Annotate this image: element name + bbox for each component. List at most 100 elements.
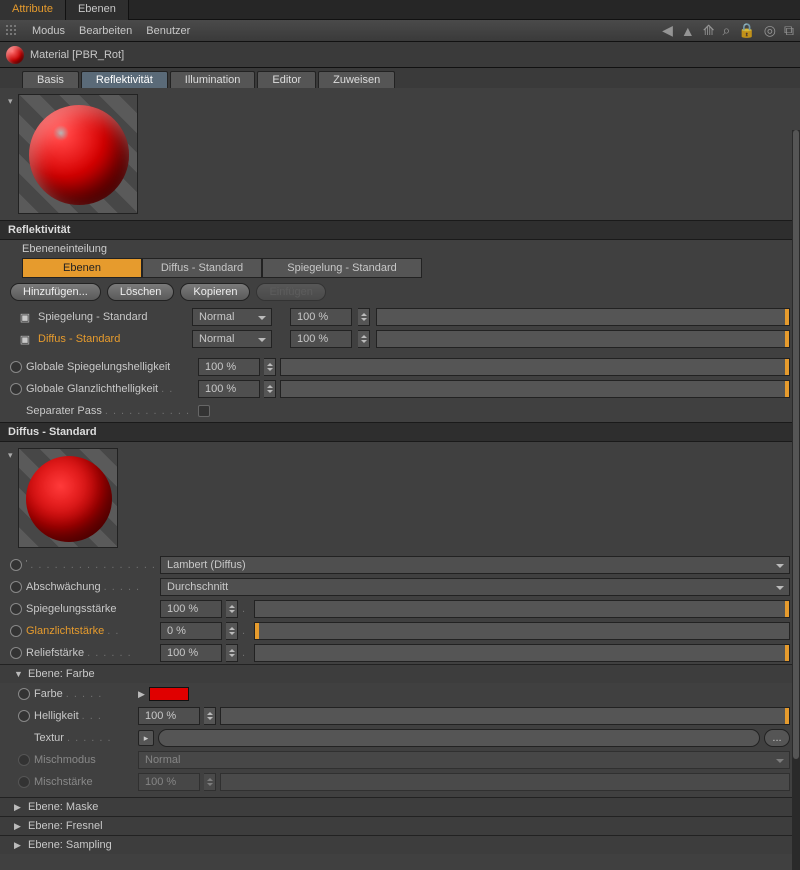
tab-illumination[interactable]: Illumination (170, 71, 256, 88)
relief-slider[interactable] (254, 644, 790, 662)
layer-subtabs: Ebenen Diffus - Standard Spiegelung - St… (0, 258, 800, 278)
material-preview[interactable] (18, 94, 138, 214)
hell-field[interactable]: 100 % (138, 707, 200, 725)
target-icon[interactable]: ◎ (764, 22, 776, 39)
up-arrow-icon[interactable]: ▲ (681, 23, 695, 39)
title-row: Material [PBR_Rot] (0, 42, 800, 68)
fold-fresnel[interactable]: ▶ Ebene: Fresnel (0, 816, 800, 835)
glanzst-spinner[interactable] (226, 622, 238, 640)
back-arrow-icon[interactable]: ◀ (662, 22, 673, 39)
hell-spinner[interactable] (204, 707, 216, 725)
separate-pass-checkbox[interactable] (198, 405, 210, 417)
panel-tab-ebenen[interactable]: Ebenen (66, 0, 129, 20)
opacity-spinner[interactable] (358, 330, 370, 348)
anim-dot[interactable] (10, 383, 22, 395)
new-window-icon[interactable]: ⧉ (784, 22, 794, 39)
layer-row-spiegelung[interactable]: ▣ Spiegelung - Standard Normal 100 % (0, 306, 800, 328)
vertical-scrollbar[interactable] (792, 130, 800, 870)
visibility-icon[interactable]: ▣ (18, 333, 32, 346)
menubar: Modus Bearbeiten Benutzer ◀ ▲ ⟰ ⌕ 🔒 ◎ ⧉ (0, 20, 800, 42)
layer-opacity-field[interactable]: 100 % (290, 308, 352, 326)
tab-basis[interactable]: Basis (22, 71, 79, 88)
relief-row: Reliefstärke. . . . . . 100 % . (0, 642, 800, 664)
texture-arrow-button[interactable]: ▸ (138, 730, 154, 746)
layer-opacity-field[interactable]: 100 % (290, 330, 352, 348)
fold-sampling-label: Ebene: Sampling (28, 839, 112, 851)
anim-dot[interactable] (10, 361, 22, 373)
opacity-spinner[interactable] (358, 308, 370, 326)
subtab-diffus[interactable]: Diffus - Standard (142, 258, 262, 278)
subtab-spiegelung[interactable]: Spiegelung - Standard (262, 258, 422, 278)
diffus-preview[interactable] (18, 448, 118, 548)
fold-fresnel-label: Ebene: Fresnel (28, 820, 103, 832)
blend-mode-dropdown[interactable]: Normal (192, 330, 272, 348)
farbe-row: Farbe. . . . . ▶ (0, 683, 800, 705)
tab-reflektivitaet[interactable]: Reflektivität (81, 71, 168, 88)
typ-dropdown[interactable]: Lambert (Diffus) (160, 556, 790, 574)
panel-tab-attribute[interactable]: Attribute (0, 0, 66, 20)
blend-mode-dropdown[interactable]: Normal (192, 308, 272, 326)
color-swatch[interactable] (149, 687, 189, 701)
menu-bearbeiten[interactable]: Bearbeiten (79, 25, 132, 37)
global-spec-row: Globale Spiegelungshelligkeit 100 % (0, 356, 800, 378)
delete-button[interactable]: Löschen (107, 283, 175, 301)
anim-dot[interactable] (10, 559, 22, 571)
mischst-slider (220, 773, 790, 791)
add-button[interactable]: Hinzufügen... (10, 283, 101, 301)
anim-dot[interactable] (18, 688, 30, 700)
chevron-right-icon: ▶ (14, 802, 24, 813)
global-glanz-slider[interactable] (280, 380, 790, 398)
anim-dot[interactable] (10, 625, 22, 637)
visibility-icon[interactable]: ▣ (18, 311, 32, 324)
absch-dropdown[interactable]: Durchschnitt (160, 578, 790, 596)
section-diffus: Diffus - Standard (0, 422, 800, 442)
glanzst-field[interactable]: 0 % (160, 622, 222, 640)
global-spec-field[interactable]: 100 % (198, 358, 260, 376)
spiegelst-spinner[interactable] (226, 600, 238, 618)
layer-row-diffus[interactable]: ▣ Diffus - Standard Normal 100 % (0, 328, 800, 350)
spiegelst-field[interactable]: 100 % (160, 600, 222, 618)
chevron-right-icon: ▶ (14, 821, 24, 832)
fold-farbe[interactable]: ▼ Ebene: Farbe (0, 664, 800, 683)
global-spec-spinner[interactable] (264, 358, 276, 376)
grip-icon[interactable] (6, 25, 18, 37)
tab-editor[interactable]: Editor (257, 71, 316, 88)
texture-browse-button[interactable]: ... (764, 729, 790, 747)
opacity-slider[interactable] (376, 308, 790, 326)
tab-zuweisen[interactable]: Zuweisen (318, 71, 395, 88)
mischstaerke-row: Mischstärke 100 % (0, 771, 800, 793)
layer-name[interactable]: Spiegelung - Standard (38, 311, 186, 323)
collapse-toggle[interactable]: ▾ (8, 94, 18, 214)
anim-dot[interactable] (18, 710, 30, 722)
global-glanz-spinner[interactable] (264, 380, 276, 398)
relief-field[interactable]: 100 % (160, 644, 222, 662)
fold-sampling[interactable]: ▶ Ebene: Sampling (0, 835, 800, 854)
menu-modus[interactable]: Modus (32, 25, 65, 37)
mischmodus-dropdown: Normal (138, 751, 790, 769)
opacity-slider[interactable] (376, 330, 790, 348)
anim-dot[interactable] (10, 647, 22, 659)
spiegelst-slider[interactable] (254, 600, 790, 618)
paste-button: Einfügen (256, 283, 325, 301)
glanzst-slider[interactable] (254, 622, 790, 640)
copy-button[interactable]: Kopieren (180, 283, 250, 301)
subtab-ebenen[interactable]: Ebenen (22, 258, 142, 278)
global-spec-slider[interactable] (280, 358, 790, 376)
typ-row: Typ. . . . . . . . . . . . . . . . Lambe… (0, 554, 800, 576)
color-arrow-icon[interactable]: ▶ (138, 689, 145, 700)
relief-spinner[interactable] (226, 644, 238, 662)
collapse-toggle[interactable]: ▾ (8, 448, 18, 548)
layering-label: Ebeneneinteilung (0, 240, 800, 258)
anim-dot[interactable] (10, 581, 22, 593)
separate-pass-row: Separater Pass. . . . . . . . . . . (0, 400, 800, 422)
nav-icon[interactable]: ⟰ (703, 22, 715, 39)
layer-name[interactable]: Diffus - Standard (38, 333, 186, 345)
global-glanz-field[interactable]: 100 % (198, 380, 260, 398)
anim-dot[interactable] (10, 603, 22, 615)
hell-slider[interactable] (220, 707, 790, 725)
fold-maske[interactable]: ▶ Ebene: Maske (0, 797, 800, 816)
search-icon[interactable]: ⌕ (723, 22, 731, 39)
menu-benutzer[interactable]: Benutzer (146, 25, 190, 37)
lock-icon[interactable]: 🔒 (738, 22, 755, 39)
texture-field[interactable] (158, 729, 760, 747)
